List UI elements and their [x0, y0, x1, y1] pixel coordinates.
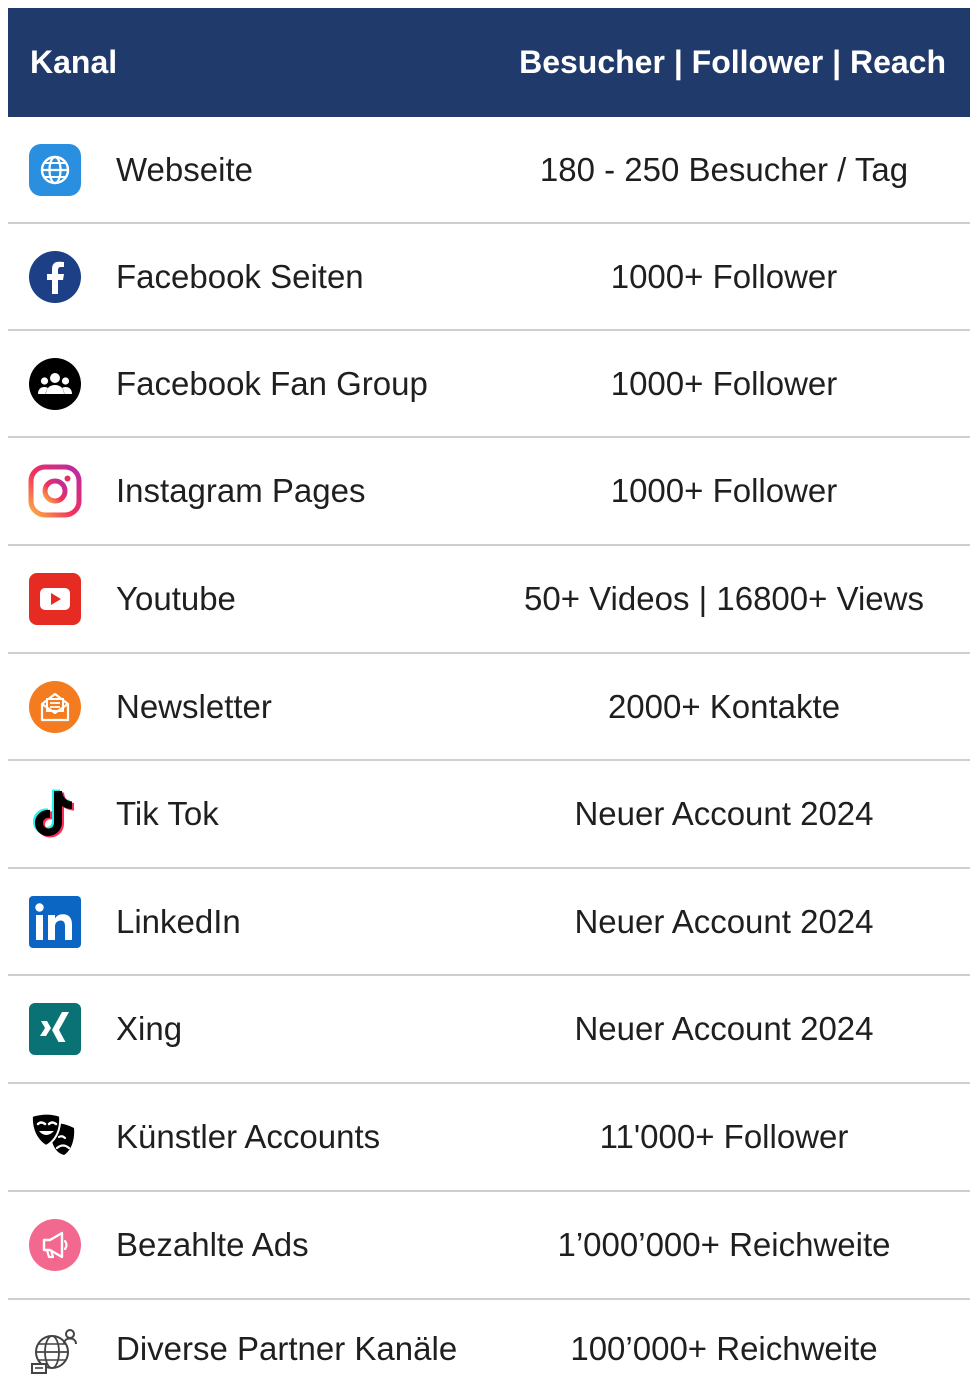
- header-kanal: Kanal: [30, 44, 118, 80]
- row-value: 180 - 250 Besucher / Tag: [539, 150, 909, 188]
- tiktok-icon: [28, 787, 82, 841]
- row-name: Diverse Partner Kanäle: [116, 1329, 458, 1367]
- row-value: Neuer Account 2024: [574, 1010, 874, 1047]
- megaphone-icon: [28, 1218, 82, 1272]
- group-icon: [28, 357, 82, 411]
- table-row: Facebook Fan Group 1000+ Follower: [8, 331, 970, 438]
- globe-icon: [28, 143, 82, 197]
- row-value: 11'000+ Follower: [599, 1118, 849, 1155]
- table-row: Bezahlte Ads 1’000’000+ Reichweite: [8, 1192, 970, 1300]
- row-name: Bezahlte Ads: [116, 1226, 309, 1263]
- table-row: Künstler Accounts 11'000+ Follower: [8, 1084, 970, 1192]
- table-row: Newsletter 2000+ Kontakte: [8, 654, 970, 761]
- theater-masks-icon: [28, 1110, 82, 1164]
- table-row: Tik Tok Neuer Account 2024: [8, 761, 970, 869]
- row-value: 50+ Videos | 16800+ Views: [524, 580, 924, 617]
- table-header: Kanal Besucher | Follower | Reach: [8, 8, 970, 117]
- row-name: Xing: [116, 1010, 183, 1047]
- row-name: Facebook Fan Group: [116, 364, 428, 402]
- row-value: 1000+ Follower: [610, 364, 838, 402]
- row-name: Webseite: [116, 150, 253, 188]
- table-row: Instagram Pages 1000+ Follower: [8, 438, 970, 546]
- header-metrics: Besucher | Follower | Reach: [519, 44, 946, 80]
- row-name: Tik Tok: [116, 795, 219, 832]
- table-row: Webseite 180 - 250 Besucher / Tag: [8, 117, 970, 224]
- row-value: Neuer Account 2024: [574, 902, 874, 940]
- table-row: Facebook Seiten 1000+ Follower: [8, 224, 970, 331]
- facebook-icon: [28, 250, 82, 304]
- table-row: Diverse Partner Kanäle 100’000+ Reichwei…: [8, 1300, 970, 1397]
- newsletter-icon: [28, 680, 82, 734]
- row-value: 1000+ Follower: [610, 257, 838, 295]
- table-row: Youtube 50+ Videos | 16800+ Views: [8, 546, 970, 654]
- row-name: Instagram Pages: [116, 472, 366, 509]
- row-value: 1000+ Follower: [610, 472, 838, 509]
- row-name: Künstler Accounts: [116, 1118, 381, 1155]
- row-value: 1’000’000+ Reichweite: [557, 1226, 891, 1263]
- linkedin-icon: [28, 895, 82, 949]
- row-name: Newsletter: [116, 687, 272, 725]
- table-row: Xing Neuer Account 2024: [8, 976, 970, 1084]
- xing-icon: [28, 1002, 82, 1056]
- row-value: 100’000+ Reichweite: [570, 1329, 878, 1367]
- table-row: LinkedIn Neuer Account 2024: [8, 869, 970, 976]
- instagram-icon: [28, 464, 82, 518]
- row-name: Youtube: [116, 580, 236, 617]
- row-name: Facebook Seiten: [116, 257, 364, 295]
- partner-network-icon: [28, 1322, 82, 1376]
- row-name: LinkedIn: [116, 902, 241, 940]
- row-value: Neuer Account 2024: [574, 795, 874, 832]
- row-value: 2000+ Kontakte: [607, 687, 841, 725]
- youtube-icon: [28, 572, 82, 626]
